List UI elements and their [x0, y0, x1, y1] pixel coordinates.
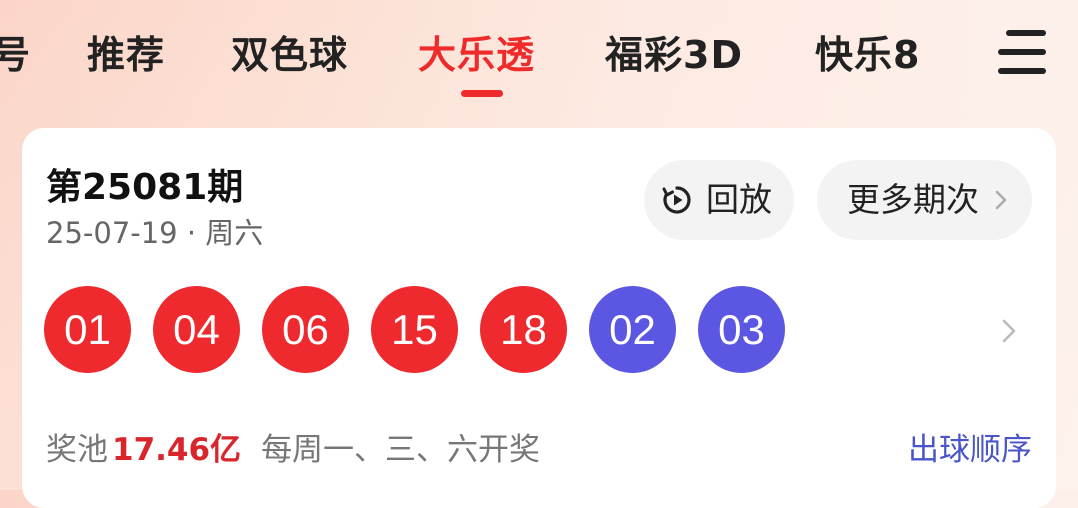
replay-label: 回放 [706, 180, 772, 219]
more-issues-label: 更多期次 [847, 180, 979, 219]
front-ball: 04 [153, 286, 240, 373]
tab-recommend[interactable]: 推荐 [87, 30, 165, 80]
replay-button[interactable]: 回放 [644, 160, 794, 240]
front-ball: 06 [262, 286, 349, 373]
active-tab-indicator [461, 90, 503, 97]
tab-partial[interactable]: 号 [0, 30, 31, 80]
draw-result-card: 第25081期 25-07-19 · 周六 回放 更多期次 01 04 06 1… [22, 128, 1056, 508]
ball-order-link[interactable]: 出球顺序 [908, 424, 1032, 469]
draw-schedule: 每周一、三、六开奖 [261, 432, 541, 468]
pool-label: 奖池 [46, 432, 108, 468]
back-ball: 03 [698, 286, 785, 373]
hamburger-menu-icon[interactable] [998, 30, 1046, 74]
front-ball: 18 [480, 286, 567, 373]
tab-fucai-3d[interactable]: 福彩3D [605, 30, 743, 80]
back-ball: 02 [589, 286, 676, 373]
front-ball: 15 [371, 286, 458, 373]
more-issues-button[interactable]: 更多期次 [817, 160, 1032, 240]
chevron-right-icon[interactable] [1000, 316, 1018, 346]
front-ball: 01 [44, 286, 131, 373]
chevron-right-icon [995, 190, 1007, 210]
tab-happy-8[interactable]: 快乐8 [815, 30, 920, 80]
tab-double-color-ball[interactable]: 双色球 [231, 30, 348, 80]
jackpot-info: 奖池 17.46亿 每周一、三、六开奖 [46, 424, 540, 469]
issue-title: 第25081期 [46, 167, 244, 208]
replay-play-icon [662, 186, 691, 214]
tab-super-lotto[interactable]: 大乐透 [418, 30, 535, 80]
pool-amount: 17.46亿 [112, 432, 242, 468]
issue-date: 25-07-19 · 周六 [46, 216, 264, 250]
lottery-tab-bar: 号 推荐 双色球 大乐透 福彩3D 快乐8 [0, 0, 1078, 110]
